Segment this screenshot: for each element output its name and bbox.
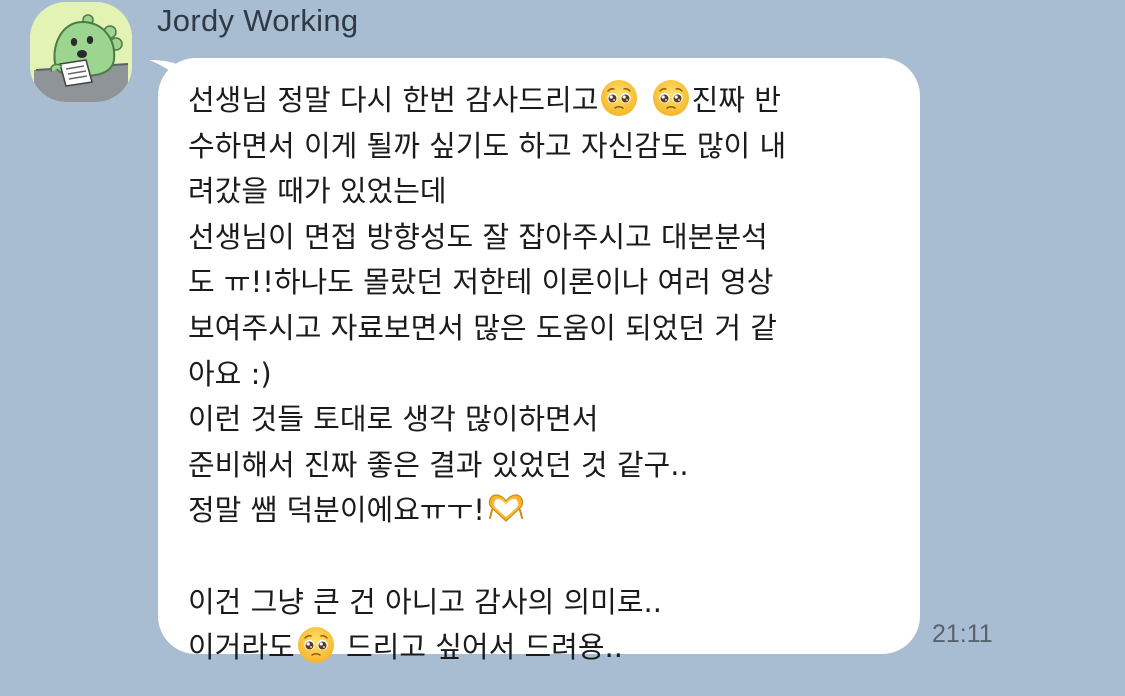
message-line: 선생님 정말 다시 한번 감사드리고 진짜 반 bbox=[188, 78, 894, 124]
message-text-segment: 이건 그냥 큰 건 아니고 감사의 의미로.. bbox=[188, 584, 662, 619]
message-text-segment: 이런 것들 토대로 생각 많이하면서 bbox=[188, 402, 599, 437]
message-text-segment: 보여주시고 자료보면서 많은 도움이 되었던 거 같 bbox=[188, 310, 777, 345]
message-line: 이거라도 드리고 싶어서 드려용.. bbox=[188, 625, 894, 671]
message-text-segment: 진짜 반 bbox=[691, 83, 781, 117]
message-text-segment: 선생님 정말 다시 한번 감사드리고 bbox=[188, 83, 599, 117]
message-line: 보여주시고 자료보면서 많은 도움이 되었던 거 같 bbox=[188, 306, 894, 352]
message-line: 려갔을 때가 있었는데 bbox=[188, 169, 894, 215]
message-text-segment: 도 ㅠ!!하나도 몰랐던 저한테 이론이나 여러 영상 bbox=[188, 265, 774, 300]
message-text-segment: 정말 쌤 덕분이에요ㅠㅜ! bbox=[188, 493, 485, 528]
message-text-segment: 준비해서 진짜 좋은 결과 있었던 것 같구.. bbox=[188, 447, 689, 482]
message-line: 아요 :) bbox=[188, 352, 894, 398]
message-line: 정말 쌤 덕분이에요ㅠㅜ! bbox=[188, 488, 894, 534]
sender-name: Jordy Working bbox=[157, 3, 359, 38]
message-text-segment: 려갔을 때가 있었는데 bbox=[188, 174, 447, 209]
message-text-segment: 드리고 싶어서 드려용.. bbox=[336, 630, 623, 665]
message-line: 이런 것들 토대로 생각 많이하면서 bbox=[188, 397, 894, 443]
message-text-segment: 아요 :) bbox=[188, 356, 272, 391]
message-line: 수하면서 이게 될까 싶기도 하고 자신감도 많이 내 bbox=[188, 124, 894, 170]
message-text-segment: 이거라도 bbox=[188, 630, 295, 665]
message-text: 선생님 정말 다시 한번 감사드리고 진짜 반수하면서 이게 될까 싶기도 하고… bbox=[188, 78, 894, 671]
message-text-segment: 수하면서 이게 될까 싶기도 하고 자신감도 많이 내 bbox=[188, 128, 787, 163]
sender-avatar[interactable] bbox=[30, 2, 132, 102]
message-line: 선생님이 면접 방향성도 잘 잡아주시고 대본분석 bbox=[188, 215, 894, 261]
message-line: 준비해서 진짜 좋은 결과 있었던 것 같구.. bbox=[188, 443, 894, 489]
message-line: 이건 그냥 큰 건 아니고 감사의 의미로.. bbox=[188, 580, 894, 626]
message-text-segment: 선생님이 면접 방향성도 잘 잡아주시고 대본분석 bbox=[188, 219, 768, 254]
jordy-dinosaur-avatar-icon bbox=[30, 2, 132, 102]
heart-hands-emoji-icon bbox=[486, 488, 526, 528]
message-timestamp: 21:11 bbox=[932, 620, 993, 648]
pleading-face-emoji-icon bbox=[296, 625, 336, 665]
pleading-face-emoji-icon bbox=[599, 78, 639, 118]
pleading-face-emoji-icon bbox=[651, 78, 691, 118]
message-line: 도 ㅠ!!하나도 몰랐던 저한테 이론이나 여러 영상 bbox=[188, 260, 894, 306]
message-text-segment bbox=[640, 83, 649, 117]
message-line bbox=[188, 534, 894, 580]
